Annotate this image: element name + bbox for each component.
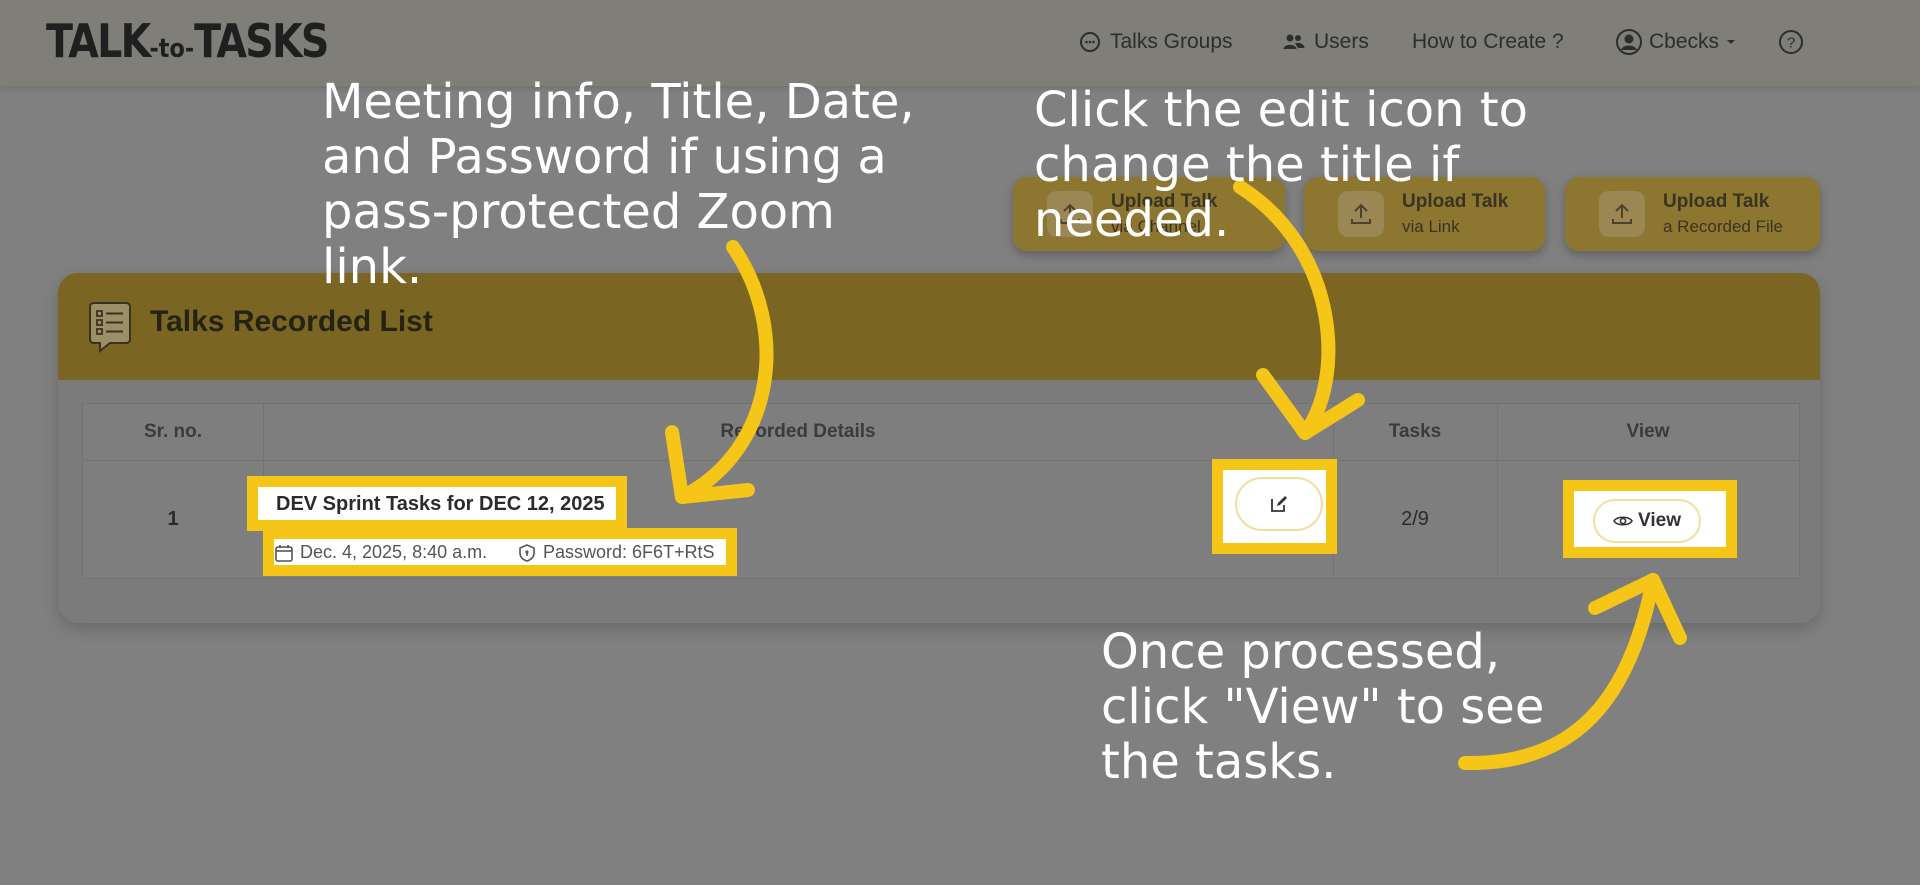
help-icon: ? xyxy=(1779,30,1803,54)
caret-down-icon xyxy=(1727,40,1736,44)
talk-meta-highlight: Dec. 4, 2025, 8:40 a.m. Password: 6F6T+R… xyxy=(263,528,737,576)
edit-icon xyxy=(1271,496,1287,512)
nav-how-to-create[interactable]: How to Create ? xyxy=(1412,26,1564,58)
annotation-meeting-info: Meeting info, Title, Date, and Password … xyxy=(322,74,915,295)
edit-title-highlight xyxy=(1212,459,1337,554)
nav-users-label: Users xyxy=(1314,30,1369,53)
talk-title-highlight: DEV Sprint Tasks for DEC 12, 2025 xyxy=(247,476,627,531)
card-title: Talks Recorded List xyxy=(150,305,433,338)
upload-button-title: Upload Talk xyxy=(1663,191,1770,212)
users-icon xyxy=(1283,34,1305,49)
view-button-label: View xyxy=(1638,510,1681,531)
nav-talks-groups[interactable]: Talks Groups xyxy=(1078,26,1233,58)
help-button[interactable]: ? xyxy=(1778,26,1812,58)
user-avatar-icon xyxy=(1616,29,1642,55)
row-sr-no: 1 xyxy=(167,508,179,530)
col-header-sr-no: Sr. no. xyxy=(143,421,203,442)
col-header-recorded-details: Recorded Details xyxy=(720,421,876,442)
view-button-highlight: View xyxy=(1563,480,1737,558)
talk-password: Password: 6F6T+RtS xyxy=(517,542,715,563)
upload-button-subtitle: a Recorded File xyxy=(1663,217,1784,236)
annotation-edit-icon: Click the edit icon to change the title … xyxy=(1034,82,1529,248)
chat-icon xyxy=(1080,32,1100,52)
app-logo[interactable]: TALK-to-TASKS xyxy=(46,14,329,68)
top-navbar: TALK-to-TASKS Talks Groups Users How to … xyxy=(0,0,1920,86)
col-header-view: View xyxy=(1626,421,1670,442)
talk-password-text: Password: 6F6T+RtS xyxy=(543,542,715,562)
row-tasks-count: 2/9 xyxy=(1401,508,1429,530)
talk-date-text: Dec. 4, 2025, 8:40 a.m. xyxy=(300,542,488,562)
eye-icon xyxy=(1613,516,1633,526)
upload-icon xyxy=(1599,191,1645,237)
shield-icon xyxy=(519,543,535,562)
checklist-chat-icon xyxy=(89,302,131,353)
calendar-icon xyxy=(275,544,293,562)
svg-text:?: ? xyxy=(1787,35,1795,52)
nav-users[interactable]: Users xyxy=(1282,26,1369,58)
talk-title[interactable]: DEV Sprint Tasks for DEC 12, 2025 xyxy=(276,493,605,516)
annotation-view: Once processed, click "View" to see the … xyxy=(1101,624,1545,790)
view-tasks-button[interactable]: View xyxy=(1593,499,1701,543)
nav-talks-groups-label: Talks Groups xyxy=(1110,30,1233,53)
col-header-tasks: Tasks xyxy=(1388,421,1442,442)
talk-date: Dec. 4, 2025, 8:40 a.m. xyxy=(274,542,487,563)
account-name: Cbecks xyxy=(1649,30,1720,53)
nav-how-to-create-label: How to Create ? xyxy=(1412,30,1564,53)
edit-title-button[interactable] xyxy=(1235,477,1323,531)
account-menu[interactable]: Cbecks xyxy=(1615,26,1745,58)
upload-recorded-file-button[interactable]: Upload Talk a Recorded File xyxy=(1565,177,1820,251)
